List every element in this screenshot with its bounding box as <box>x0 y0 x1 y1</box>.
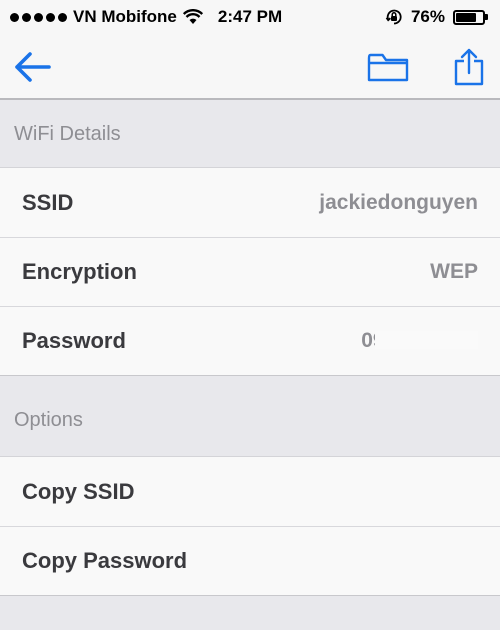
share-icon <box>454 48 484 86</box>
navigation-bar <box>0 34 500 100</box>
password-redaction <box>375 330 478 349</box>
row-password: Password 0988914088 <box>0 306 500 375</box>
folder-icon <box>367 53 409 82</box>
password-label: Password <box>22 327 126 353</box>
copy-ssid-button[interactable]: Copy SSID <box>0 457 500 526</box>
status-left: VN Mobifone <box>10 7 203 27</box>
copy-password-button[interactable]: Copy Password <box>0 526 500 595</box>
signal-strength-icon <box>10 12 67 22</box>
status-right: 76% <box>385 7 488 27</box>
password-value-wrapper: 0988914088 <box>361 329 478 353</box>
back-button[interactable] <box>6 34 58 100</box>
status-bar: VN Mobifone 2:47 PM 76% <box>0 0 500 34</box>
copy-password-label: Copy Password <box>22 547 188 573</box>
section-header-wifi-details: WiFi Details <box>0 101 500 167</box>
ssid-value: jackiedonguyen <box>319 190 478 214</box>
battery-icon <box>453 9 488 25</box>
wifi-icon <box>182 9 203 24</box>
wifi-details-group: SSID jackiedonguyen Encryption WEP Passw… <box>0 167 500 376</box>
encryption-value: WEP <box>430 259 478 283</box>
folder-button[interactable] <box>360 34 416 100</box>
arrow-left-icon <box>15 52 51 82</box>
row-ssid: SSID jackiedonguyen <box>0 168 500 237</box>
encryption-label: Encryption <box>22 258 137 284</box>
carrier-name: VN Mobifone <box>73 7 177 26</box>
options-group: Copy SSID Copy Password <box>0 456 500 596</box>
battery-percent: 76% <box>410 7 445 26</box>
section-header-options: Options <box>0 376 500 456</box>
ssid-label: SSID <box>22 189 74 215</box>
row-encryption: Encryption WEP <box>0 237 500 306</box>
copy-ssid-label: Copy SSID <box>22 478 135 504</box>
share-button[interactable] <box>444 34 494 100</box>
orientation-lock-icon <box>385 9 402 25</box>
